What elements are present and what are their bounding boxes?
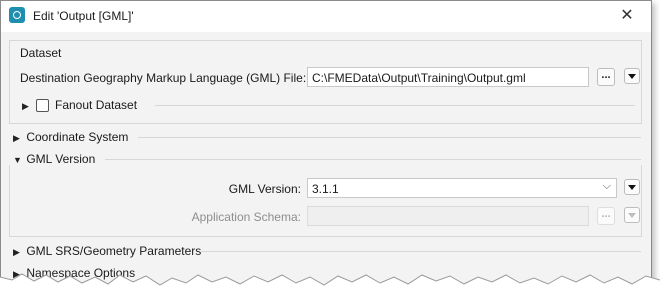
section-srs-geometry[interactable]: ▶ GML SRS/Geometry Parameters xyxy=(13,244,201,258)
gml-version-group: GML Version: 3.1.1 ⌵ Application Schema:… xyxy=(9,165,642,237)
application-schema-menu-button[interactable] xyxy=(624,207,640,223)
section-gml-version[interactable]: ▼ GML Version xyxy=(13,152,95,166)
destination-menu-button[interactable] xyxy=(624,68,640,84)
section-srs-geometry-label: GML SRS/Geometry Parameters xyxy=(26,244,202,258)
edit-output-dialog: Edit 'Output [GML]' ✕ Dataset Destinatio… xyxy=(0,0,652,293)
caret-down-icon: ▼ xyxy=(13,155,22,165)
fanout-divider xyxy=(155,105,635,106)
application-schema-input[interactable] xyxy=(307,206,589,226)
caret-right-icon: ▶ xyxy=(13,133,20,143)
destination-file-label: Destination Geography Markup Language (G… xyxy=(20,71,307,85)
application-schema-label: Application Schema: xyxy=(191,210,301,224)
caret-right-icon: ▶ xyxy=(22,101,29,111)
srs-geometry-divider xyxy=(201,251,641,252)
chevron-down-icon: ⌵ xyxy=(602,180,611,192)
gml-version-select[interactable]: 3.1.1 ⌵ xyxy=(307,178,617,198)
fme-app-icon xyxy=(9,7,25,23)
section-gml-version-label: GML Version xyxy=(26,152,96,166)
dataset-group-title: Dataset xyxy=(20,46,62,60)
gml-version-value: 3.1.1 xyxy=(312,182,339,196)
application-schema-browse-button[interactable]: ... xyxy=(597,207,615,225)
caret-right-icon: ▶ xyxy=(13,247,20,257)
destination-file-input[interactable]: C:\FMEData\Output\Training\Output.gml xyxy=(307,67,589,87)
torn-edge-decoration xyxy=(0,273,660,293)
destination-browse-button[interactable]: ... xyxy=(597,68,615,86)
section-coordinate-system[interactable]: ▶ Coordinate System xyxy=(13,130,128,144)
window-title: Edit 'Output [GML]' xyxy=(33,9,134,23)
gml-version-label: GML Version: xyxy=(228,182,301,196)
fanout-checkbox[interactable] xyxy=(36,99,49,112)
close-icon[interactable]: ✕ xyxy=(617,6,637,26)
section-coordinate-system-label: Coordinate System xyxy=(26,130,129,144)
dataset-group: Dataset Destination Geography Markup Lan… xyxy=(9,40,642,124)
fanout-expander[interactable]: ▶ xyxy=(22,98,32,112)
gml-version-menu-button[interactable] xyxy=(624,179,640,195)
title-bar: Edit 'Output [GML]' ✕ xyxy=(1,1,651,32)
coordinate-system-divider xyxy=(138,137,641,138)
gml-version-divider xyxy=(105,159,641,160)
dialog-content: Dataset Destination Geography Markup Lan… xyxy=(1,32,651,293)
fanout-dataset-label: Fanout Dataset xyxy=(55,98,138,112)
